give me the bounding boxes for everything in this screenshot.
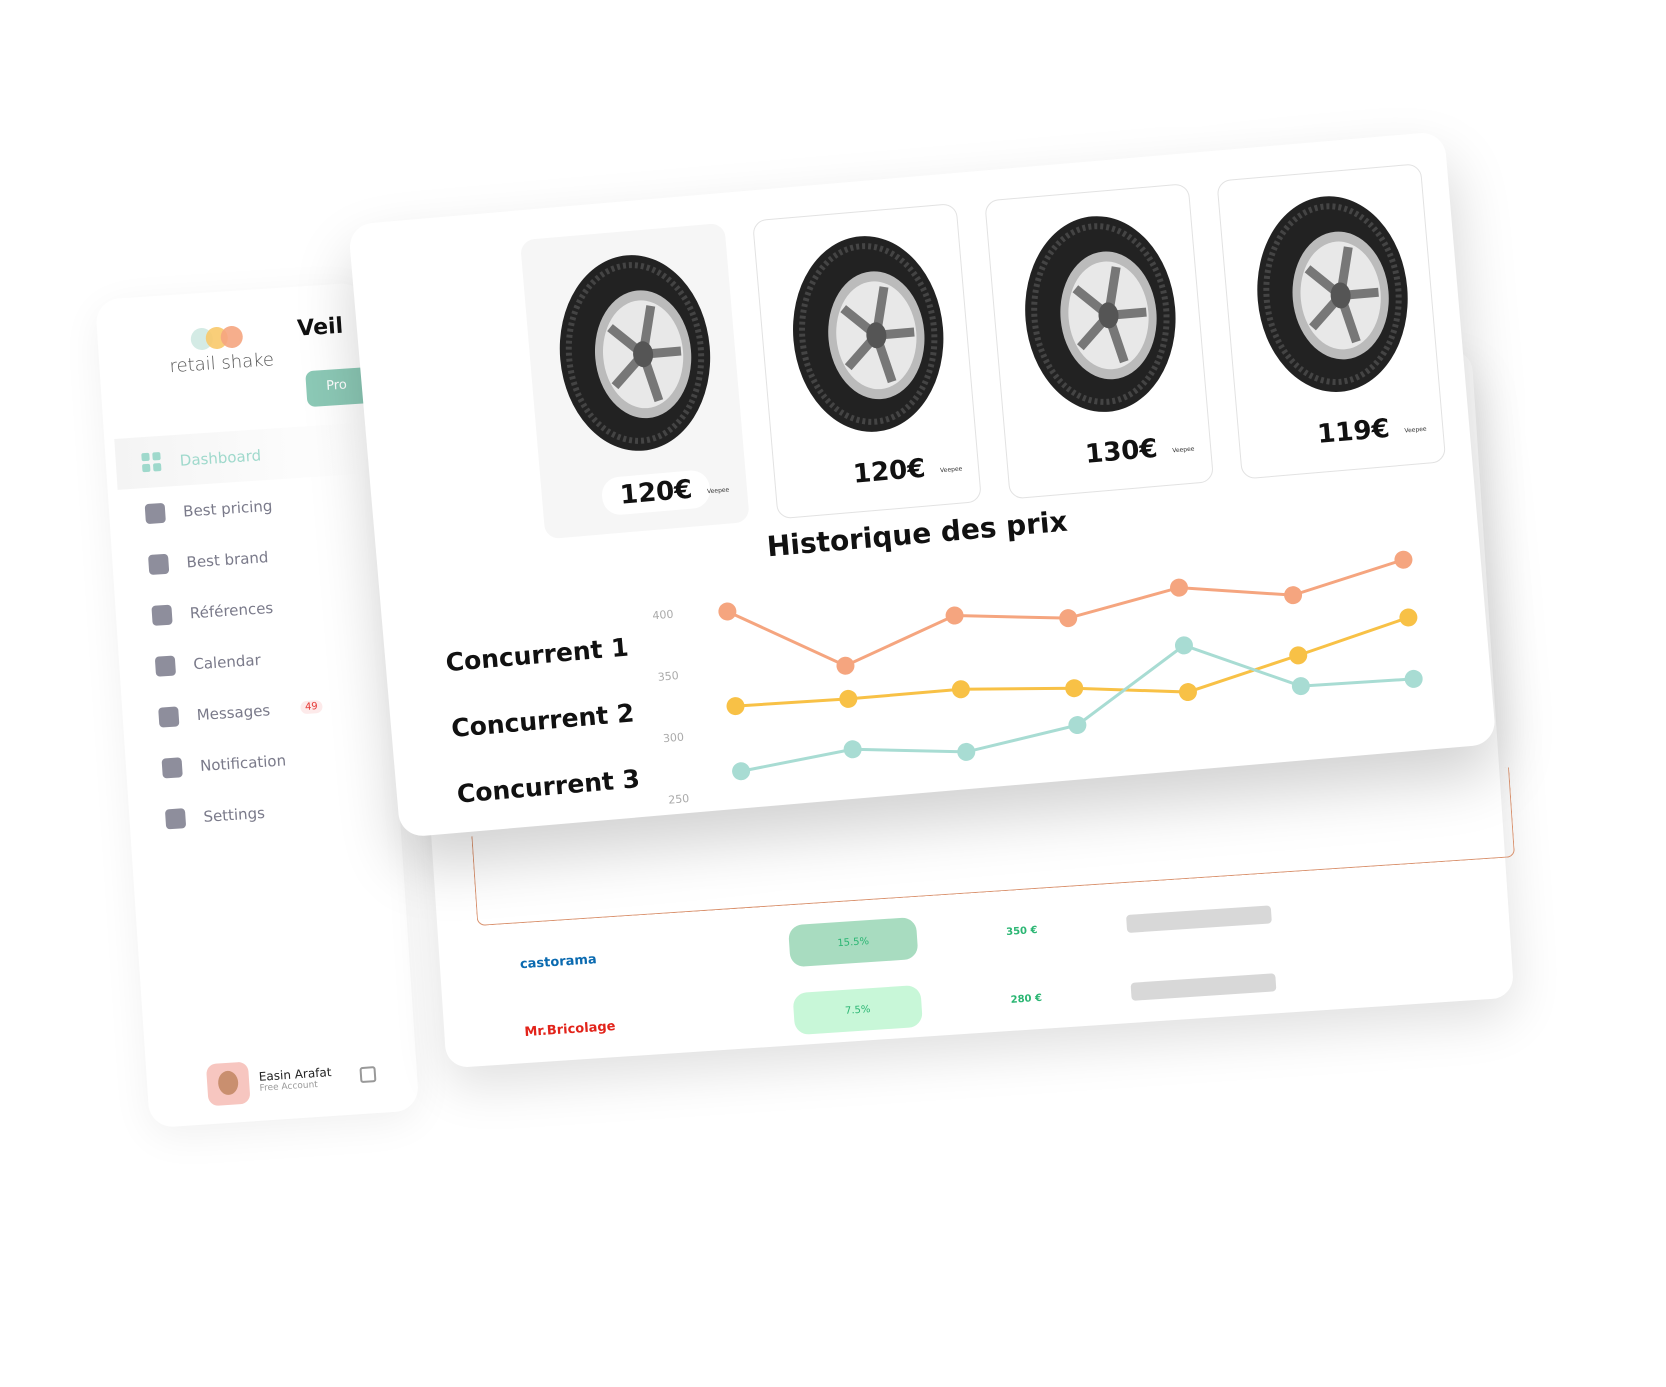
data-point[interactable] bbox=[1058, 608, 1078, 628]
series-label: Concurrent 2 bbox=[450, 698, 636, 743]
data-point[interactable] bbox=[1288, 646, 1308, 665]
tire-image bbox=[1025, 216, 1176, 412]
sidebar-item-label: Dashboard bbox=[179, 445, 262, 470]
sidebar-item-label: Settings bbox=[202, 803, 266, 826]
tire-image bbox=[559, 255, 711, 451]
chart-icon bbox=[144, 502, 166, 524]
sidebar-item-label: Best pricing bbox=[182, 496, 273, 521]
data-point[interactable] bbox=[1169, 578, 1189, 597]
avatar bbox=[205, 1061, 251, 1107]
data-point[interactable] bbox=[839, 689, 858, 708]
data-point[interactable] bbox=[1178, 682, 1197, 702]
tire-image bbox=[793, 236, 944, 432]
y-tick-label: 350 bbox=[657, 669, 679, 684]
price-history-panel: 120€ Veepee 120€ Veepee 130€ Veepee 119€ Veepee… bbox=[348, 131, 1497, 838]
brand-logo: castorama bbox=[519, 951, 598, 972]
product-card[interactable]: 120€ Veepee bbox=[519, 222, 750, 540]
brand-logo: Mr.Bricolage bbox=[523, 1018, 616, 1040]
page-title: Veil bbox=[296, 313, 344, 342]
data-point[interactable] bbox=[1394, 550, 1413, 569]
data-point[interactable] bbox=[731, 761, 751, 781]
data-point[interactable] bbox=[726, 696, 745, 716]
document-icon bbox=[151, 604, 173, 626]
brand-icon bbox=[147, 553, 170, 575]
percent-pill: 7.5% bbox=[792, 984, 923, 1036]
product-price: 119€ bbox=[1297, 408, 1410, 456]
placeholder-bar bbox=[1130, 973, 1277, 1001]
sidebar-item-label: Messages bbox=[196, 700, 271, 724]
series-label: Concurrent 3 bbox=[455, 764, 641, 809]
placeholder-bar bbox=[1126, 905, 1272, 933]
data-point[interactable] bbox=[1404, 669, 1423, 688]
sidebar-item-label: Calendar bbox=[192, 650, 262, 673]
series-line bbox=[735, 616, 1409, 708]
data-point[interactable] bbox=[718, 602, 737, 621]
calendar-icon bbox=[154, 654, 177, 677]
tire-image bbox=[1257, 196, 1408, 393]
data-point[interactable] bbox=[843, 740, 862, 759]
messages-badge: 49 bbox=[299, 699, 324, 715]
y-tick-label: 300 bbox=[662, 731, 684, 746]
sidebar-item-label: Best brand bbox=[185, 547, 269, 571]
data-point[interactable] bbox=[1399, 608, 1418, 627]
product-price: 120€ bbox=[600, 469, 712, 517]
product-card[interactable]: 120€ Veepee bbox=[752, 202, 982, 520]
seller-logo: Veepee bbox=[939, 465, 963, 475]
percent-pill: 15.5% bbox=[787, 916, 919, 968]
product-price: 120€ bbox=[833, 448, 945, 496]
y-tick-label: 400 bbox=[652, 608, 674, 623]
sidebar-item-label: Notification bbox=[199, 750, 287, 775]
price-value: 280 € bbox=[1010, 992, 1043, 1006]
gear-icon bbox=[164, 807, 187, 829]
logo: retail shake bbox=[167, 323, 275, 377]
data-point[interactable] bbox=[1064, 678, 1084, 698]
messages-icon bbox=[158, 705, 180, 728]
data-point[interactable] bbox=[957, 742, 976, 761]
data-point[interactable] bbox=[836, 656, 855, 675]
y-tick-label: 250 bbox=[668, 792, 690, 807]
sidebar-item-label: Références bbox=[189, 598, 274, 622]
bell-icon bbox=[161, 756, 183, 779]
seller-logo: Veepee bbox=[706, 486, 730, 496]
series-label: Concurrent 1 bbox=[444, 632, 630, 678]
data-point[interactable] bbox=[951, 680, 970, 699]
data-point[interactable] bbox=[1291, 676, 1310, 696]
data-point[interactable] bbox=[1283, 585, 1303, 605]
grid-icon bbox=[141, 451, 162, 473]
price-value: 350 € bbox=[1005, 924, 1038, 938]
seller-logo: Veepee bbox=[1172, 445, 1195, 455]
product-price: 130€ bbox=[1065, 428, 1177, 476]
logo-dot bbox=[219, 325, 244, 349]
seller-logo: Veepee bbox=[1404, 425, 1427, 435]
product-card[interactable]: 119€ Veepee bbox=[1216, 163, 1447, 480]
data-point[interactable] bbox=[945, 606, 964, 625]
product-card[interactable]: 130€ Veepee bbox=[984, 183, 1215, 500]
